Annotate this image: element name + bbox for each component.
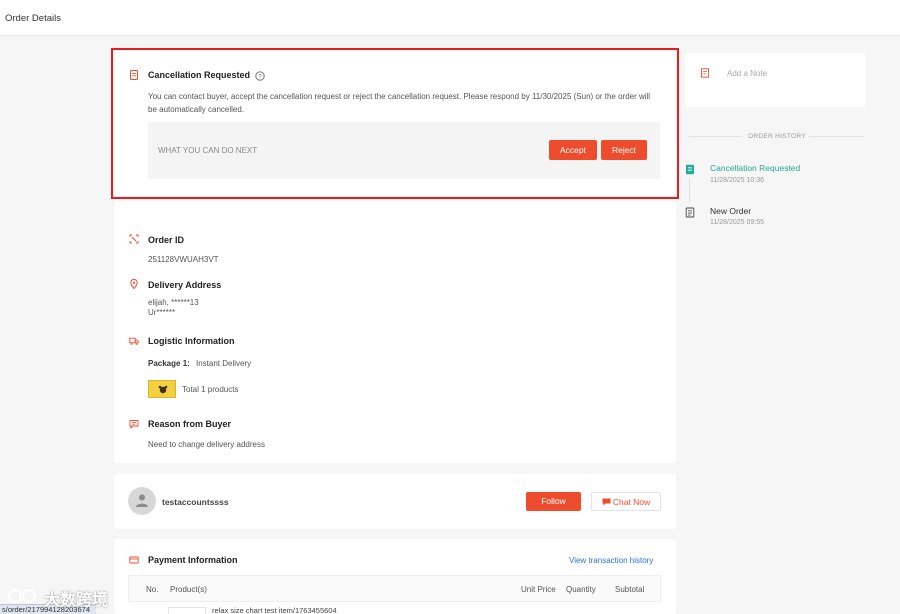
package-value: Instant Delivery	[196, 359, 252, 368]
follow-button[interactable]: Follow	[526, 492, 581, 511]
history-active-icon	[686, 164, 694, 175]
transaction-history-link[interactable]: View transaction history	[569, 556, 653, 565]
address-line-1: elijah, ******13	[148, 298, 199, 307]
reason-title: Reason from Buyer	[148, 419, 232, 429]
product-row-name[interactable]: relax size chart test item/1763455604	[212, 606, 337, 614]
add-note-placeholder[interactable]: Add a Note	[727, 69, 767, 78]
reject-button[interactable]: Reject	[601, 140, 647, 160]
products-total: Total 1 products	[182, 385, 239, 394]
buyer-username[interactable]: testaccountssss	[162, 497, 229, 507]
chat-now-button[interactable]: Chat Now	[591, 492, 661, 511]
watermark-symbol-icon	[8, 589, 36, 603]
chat-now-label: Chat Now	[612, 497, 651, 507]
logistic-title: Logistic Information	[148, 336, 235, 346]
payment-title: Payment Information	[148, 555, 238, 565]
document-icon	[130, 70, 138, 80]
order-id-value: 251128VWUAH3VT	[148, 255, 219, 264]
package-label: Package 1:	[148, 359, 190, 368]
column-products: Product(s)	[170, 585, 207, 594]
divider-left	[689, 136, 741, 137]
watermark-text: 大数跨境	[44, 590, 109, 609]
history-item-time: 11/28/2025 10:36	[710, 177, 764, 184]
product-thumbnail[interactable]	[148, 380, 176, 398]
divider-right	[809, 136, 864, 137]
product-row-thumbnail[interactable]	[168, 607, 206, 614]
chat-icon	[602, 498, 611, 506]
history-item-label: New Order	[710, 206, 752, 216]
payment-table-header: No. Product(s) Unit Price Quantity Subto…	[128, 575, 661, 602]
note-icon	[701, 68, 709, 78]
note-card[interactable]	[685, 53, 866, 107]
column-quantity: Quantity	[566, 585, 596, 594]
history-item-label: Cancellation Requested	[710, 163, 801, 173]
column-unit-price: Unit Price	[521, 585, 556, 594]
next-actions-label: WHAT YOU CAN DO NEXT	[158, 146, 258, 155]
accept-button[interactable]: Accept	[549, 140, 597, 160]
page-title: Order Details	[5, 13, 61, 24]
location-pin-icon	[130, 279, 138, 289]
user-icon	[136, 494, 148, 507]
avatar[interactable]	[128, 487, 156, 515]
column-no: No.	[146, 585, 159, 594]
history-new-order-icon	[685, 207, 695, 218]
reason-value: Need to change delivery address	[148, 440, 265, 449]
column-subtotal: Subtotal	[615, 585, 645, 594]
cancellation-message: You can contact buyer, accept the cancel…	[148, 92, 651, 114]
delivery-address-title: Delivery Address	[148, 280, 222, 290]
cancellation-title: Cancellation Requested	[148, 70, 251, 80]
payment-icon	[129, 556, 139, 564]
history-item-time: 11/28/2025 09:55	[710, 219, 764, 226]
order-id-icon	[129, 234, 139, 244]
product-image-icon	[158, 385, 168, 394]
order-id-title: Order ID	[148, 235, 185, 245]
order-history-title: ORDER HISTORY	[748, 133, 806, 140]
chat-bubble-icon	[129, 420, 139, 429]
help-icon[interactable]: ?	[255, 71, 265, 81]
address-line-2: Ur******	[148, 308, 176, 317]
timeline-line	[689, 178, 690, 202]
top-bar: Order Details	[0, 0, 900, 36]
truck-icon	[129, 337, 139, 345]
